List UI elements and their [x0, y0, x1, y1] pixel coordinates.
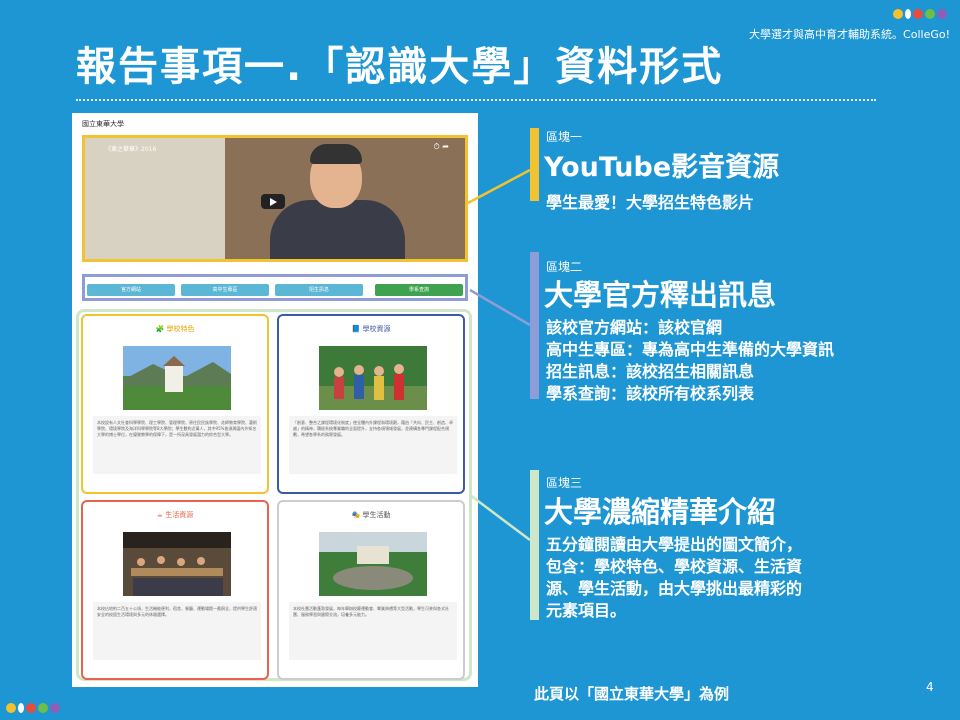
block-marker: [530, 470, 539, 620]
logo-dot: [6, 703, 16, 713]
block-label: 區塊一: [546, 130, 583, 144]
logo-dot: [38, 703, 48, 713]
block-line: 源、學生活動，由大學挑出最精彩的: [546, 579, 803, 598]
block-marker: [530, 128, 539, 201]
footer-note: 此頁以「國立東華大學」為例: [534, 685, 730, 703]
block-heading: YouTube影音資源: [544, 152, 780, 183]
block-heading: 大學官方釋出訊息: [544, 278, 777, 312]
block-line: 高中生專區：專為高中生準備的大學資訊: [546, 340, 835, 359]
collego-logo-footer: [6, 700, 68, 716]
logo-dot: [50, 703, 60, 713]
block-line: 包含：學校特色、學校資源、生活資: [546, 557, 803, 576]
block-marker: [530, 252, 539, 399]
block-line: 五分鐘閱讀由大學提出的圖文簡介，: [546, 535, 803, 554]
block-line: 學系查詢：該校所有校系列表: [546, 384, 755, 403]
block-line: 元素項目。: [546, 601, 627, 620]
page-number: 4: [926, 680, 934, 694]
block-line: 該校官方網站：該校官網: [546, 318, 723, 337]
logo-dot: [18, 703, 24, 713]
block-heading: 大學濃縮精華介紹: [544, 495, 777, 529]
connector-lines: [465, 168, 531, 541]
block-line: 學生最愛！大學招生特色影片: [546, 193, 755, 212]
block-line: 招生訊息：該校招生相關訊息: [546, 362, 755, 381]
logo-dot: [26, 703, 36, 713]
